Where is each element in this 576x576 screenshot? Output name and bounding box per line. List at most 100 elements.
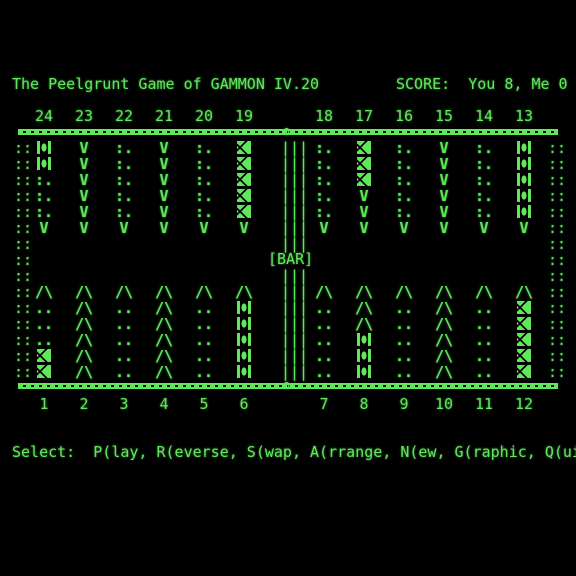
- checker-me[interactable]: [357, 157, 371, 170]
- rail-right: ::: [548, 363, 567, 381]
- point-marker: ..: [194, 315, 214, 333]
- checker-you[interactable]: [237, 317, 251, 330]
- point-marker: V: [319, 219, 329, 237]
- bar-rail: |||: [281, 203, 309, 221]
- checker-you[interactable]: [357, 349, 371, 362]
- point-marker: /\: [74, 347, 94, 365]
- point-marker: ..: [114, 299, 134, 317]
- point-marker: /\: [354, 315, 374, 333]
- checker-me[interactable]: [237, 173, 251, 186]
- rail-right: ::: [548, 155, 567, 173]
- bar-rail: |||: [281, 187, 309, 205]
- point-number: 14: [474, 107, 494, 125]
- point-marker: :.: [194, 171, 214, 189]
- point-marker: /\: [74, 331, 94, 349]
- checker-me[interactable]: [357, 173, 371, 186]
- checker-me[interactable]: [237, 157, 251, 170]
- point-marker: ..: [314, 347, 334, 365]
- game-title: The Peelgrunt Game of GAMMON IV.20: [12, 75, 320, 93]
- point-marker: :.: [34, 187, 54, 205]
- command-prompt[interactable]: Select: P(lay, R(everse, S(wap, A(rrange…: [12, 444, 576, 460]
- point-marker: ..: [114, 331, 134, 349]
- point-number: 24: [34, 107, 54, 125]
- point-marker: ..: [474, 331, 494, 349]
- point-marker: :.: [394, 187, 414, 205]
- point-marker: V: [359, 187, 369, 205]
- checker-me[interactable]: [517, 333, 531, 346]
- rail-right: ::: [548, 139, 567, 157]
- bar-rail: |||: [281, 267, 309, 285]
- point-marker: /\: [194, 283, 214, 301]
- point-marker: ..: [114, 315, 134, 333]
- checker-you[interactable]: [237, 349, 251, 362]
- point-marker: :.: [114, 187, 134, 205]
- point-marker: :.: [314, 139, 334, 157]
- checker-you[interactable]: [237, 333, 251, 346]
- checker-me[interactable]: [37, 349, 51, 362]
- point-marker: /\: [34, 283, 54, 301]
- point-marker: ..: [114, 347, 134, 365]
- point-marker: V: [439, 187, 449, 205]
- point-number: 11: [474, 395, 494, 413]
- point-marker: ..: [394, 363, 414, 381]
- checker-me[interactable]: [37, 365, 51, 378]
- rail-right: ::: [548, 315, 567, 333]
- checker-you[interactable]: [237, 301, 251, 314]
- point-marker: /\: [474, 283, 494, 301]
- checker-me[interactable]: [517, 349, 531, 362]
- checker-me[interactable]: [517, 301, 531, 314]
- checker-me[interactable]: [237, 189, 251, 202]
- point-marker: V: [239, 219, 249, 237]
- checker-you[interactable]: [357, 333, 371, 346]
- point-marker: V: [159, 187, 169, 205]
- rail-right: ::: [548, 251, 567, 269]
- checker-you[interactable]: [37, 141, 51, 154]
- point-marker: :.: [394, 139, 414, 157]
- rail-right: ::: [548, 235, 567, 253]
- point-number: 2: [79, 395, 89, 413]
- point-number: 5: [199, 395, 209, 413]
- point-marker: V: [439, 219, 449, 237]
- bar-label[interactable]: [BAR]: [268, 251, 313, 267]
- point-marker: ..: [394, 331, 414, 349]
- point-marker: /\: [154, 363, 174, 381]
- checker-me[interactable]: [357, 141, 371, 154]
- bar-rail: |||: [281, 331, 309, 349]
- point-marker: /\: [114, 283, 134, 301]
- checker-you[interactable]: [517, 189, 531, 202]
- checker-you[interactable]: [517, 173, 531, 186]
- point-number: 19: [234, 107, 254, 125]
- point-marker: V: [439, 155, 449, 173]
- point-marker: ..: [394, 299, 414, 317]
- point-number: 23: [74, 107, 94, 125]
- checker-me[interactable]: [517, 317, 531, 330]
- point-number: 12: [514, 395, 534, 413]
- point-marker: /\: [354, 283, 374, 301]
- score-display: SCORE: You 8, Me 0: [396, 75, 568, 93]
- point-marker: /\: [74, 363, 94, 381]
- bar-rail: |||: [281, 283, 309, 301]
- point-marker: ..: [194, 299, 214, 317]
- checker-you[interactable]: [517, 205, 531, 218]
- rail-right: ::: [548, 331, 567, 349]
- point-marker: :.: [394, 155, 414, 173]
- checker-me[interactable]: [237, 141, 251, 154]
- checker-you[interactable]: [37, 157, 51, 170]
- point-marker: /\: [514, 283, 534, 301]
- point-marker: V: [79, 139, 89, 157]
- point-marker: /\: [234, 283, 254, 301]
- bar-rail: |||: [281, 219, 309, 237]
- board-border: o: [12, 124, 564, 138]
- checker-you[interactable]: [517, 157, 531, 170]
- checker-you[interactable]: [517, 141, 531, 154]
- rail-left: ::: [14, 219, 33, 237]
- point-marker: ..: [474, 299, 494, 317]
- rail-left: ::: [14, 299, 33, 317]
- point-marker: /\: [434, 347, 454, 365]
- checker-you[interactable]: [237, 365, 251, 378]
- checker-you[interactable]: [357, 365, 371, 378]
- point-number: 10: [434, 395, 454, 413]
- point-marker: V: [439, 203, 449, 221]
- checker-me[interactable]: [517, 365, 531, 378]
- checker-me[interactable]: [237, 205, 251, 218]
